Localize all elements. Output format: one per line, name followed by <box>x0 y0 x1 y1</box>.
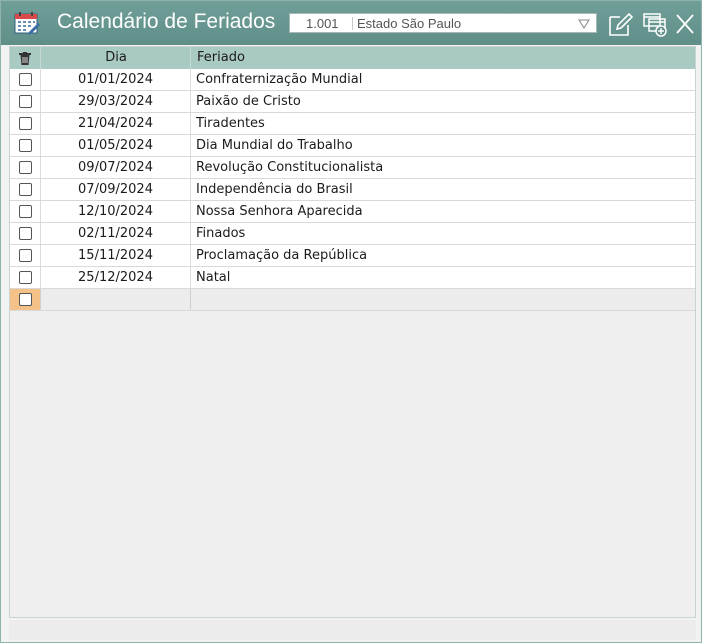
cell-dia[interactable]: 01/01/2024 <box>40 69 190 90</box>
row-select-cell <box>10 201 40 222</box>
row-checkbox[interactable] <box>19 293 32 306</box>
table-row[interactable]: 02/11/2024 Finados <box>10 223 695 245</box>
table-row[interactable]: 09/07/2024 Revolução Constitucionalista <box>10 157 695 179</box>
cell-feriado[interactable]: Proclamação da República <box>190 245 695 266</box>
new-record-row[interactable] <box>10 289 695 311</box>
filter-name: Estado São Paulo <box>357 16 462 31</box>
column-header-feriado[interactable]: Feriado <box>190 47 695 69</box>
row-checkbox[interactable] <box>19 139 32 152</box>
cell-dia[interactable]: 15/11/2024 <box>40 245 190 266</box>
filter-separator <box>352 17 353 30</box>
table-row[interactable]: 21/04/2024 Tiradentes <box>10 113 695 135</box>
delete-column-header[interactable] <box>10 47 40 69</box>
status-bar <box>9 620 696 640</box>
row-checkbox[interactable] <box>19 73 32 86</box>
cell-dia[interactable]: 25/12/2024 <box>40 267 190 288</box>
row-select-cell <box>10 91 40 112</box>
cell-dia[interactable]: 07/09/2024 <box>40 179 190 200</box>
row-checkbox[interactable] <box>19 249 32 262</box>
row-select-cell <box>10 69 40 90</box>
cell-feriado[interactable]: Natal <box>190 267 695 288</box>
holiday-grid: Dia Feriado 01/01/2024 Confraternização … <box>9 46 696 618</box>
table-row[interactable]: 01/05/2024 Dia Mundial do Trabalho <box>10 135 695 157</box>
grid-header: Dia Feriado <box>10 47 695 69</box>
row-select-cell <box>10 113 40 134</box>
table-row[interactable]: 15/11/2024 Proclamação da República <box>10 245 695 267</box>
edit-icon <box>609 12 633 36</box>
filter-code: 1.001 <box>306 16 339 31</box>
cell-dia[interactable]: 21/04/2024 <box>40 113 190 134</box>
row-checkbox[interactable] <box>19 161 32 174</box>
close-button[interactable] <box>673 11 697 37</box>
row-checkbox[interactable] <box>19 227 32 240</box>
cell-feriado[interactable]: Tiradentes <box>190 113 695 134</box>
table-row[interactable]: 01/01/2024 Confraternização Mundial <box>10 69 695 91</box>
table-row[interactable]: 12/10/2024 Nossa Senhora Aparecida <box>10 201 695 223</box>
cell-dia[interactable]: 12/10/2024 <box>40 201 190 222</box>
cell-feriado[interactable]: Revolução Constitucionalista <box>190 157 695 178</box>
row-select-cell <box>10 223 40 244</box>
cell-feriado[interactable]: Finados <box>190 223 695 244</box>
cell-dia[interactable]: 09/07/2024 <box>40 157 190 178</box>
trash-icon[interactable] <box>19 52 31 65</box>
cell-feriado[interactable]: Dia Mundial do Trabalho <box>190 135 695 156</box>
row-select-cell <box>10 157 40 178</box>
new-window-icon <box>643 13 667 37</box>
calendar-icon <box>14 12 40 35</box>
cell-dia[interactable] <box>40 289 190 310</box>
table-row[interactable]: 25/12/2024 Natal <box>10 267 695 289</box>
row-checkbox[interactable] <box>19 205 32 218</box>
close-icon <box>676 14 694 34</box>
edit-button[interactable] <box>607 11 633 37</box>
row-checkbox[interactable] <box>19 183 32 196</box>
row-select-cell <box>10 135 40 156</box>
row-select-cell <box>10 289 40 310</box>
row-checkbox[interactable] <box>19 271 32 284</box>
row-select-cell <box>10 245 40 266</box>
cell-feriado[interactable] <box>190 289 695 310</box>
cell-feriado[interactable]: Confraternização Mundial <box>190 69 695 90</box>
row-checkbox[interactable] <box>19 117 32 130</box>
filter-select[interactable]: 1.001 Estado São Paulo <box>289 13 597 33</box>
chevron-down-icon[interactable] <box>578 16 590 30</box>
cell-feriado[interactable]: Paixão de Cristo <box>190 91 695 112</box>
cell-dia[interactable]: 02/11/2024 <box>40 223 190 244</box>
title-bar: Calendário de Feriados 1.001 Estado São … <box>1 1 701 45</box>
table-row[interactable]: 29/03/2024 Paixão de Cristo <box>10 91 695 113</box>
cell-dia[interactable]: 01/05/2024 <box>40 135 190 156</box>
new-window-button[interactable] <box>642 11 668 37</box>
cell-feriado[interactable]: Nossa Senhora Aparecida <box>190 201 695 222</box>
holiday-calendar-window: Calendário de Feriados 1.001 Estado São … <box>0 0 702 643</box>
cell-dia[interactable]: 29/03/2024 <box>40 91 190 112</box>
row-select-cell <box>10 267 40 288</box>
table-row[interactable]: 07/09/2024 Independência do Brasil <box>10 179 695 201</box>
window-title: Calendário de Feriados <box>57 10 276 33</box>
row-checkbox[interactable] <box>19 95 32 108</box>
grid-empty-area <box>10 313 695 617</box>
row-select-cell <box>10 179 40 200</box>
cell-feriado[interactable]: Independência do Brasil <box>190 179 695 200</box>
column-header-dia[interactable]: Dia <box>40 47 191 69</box>
